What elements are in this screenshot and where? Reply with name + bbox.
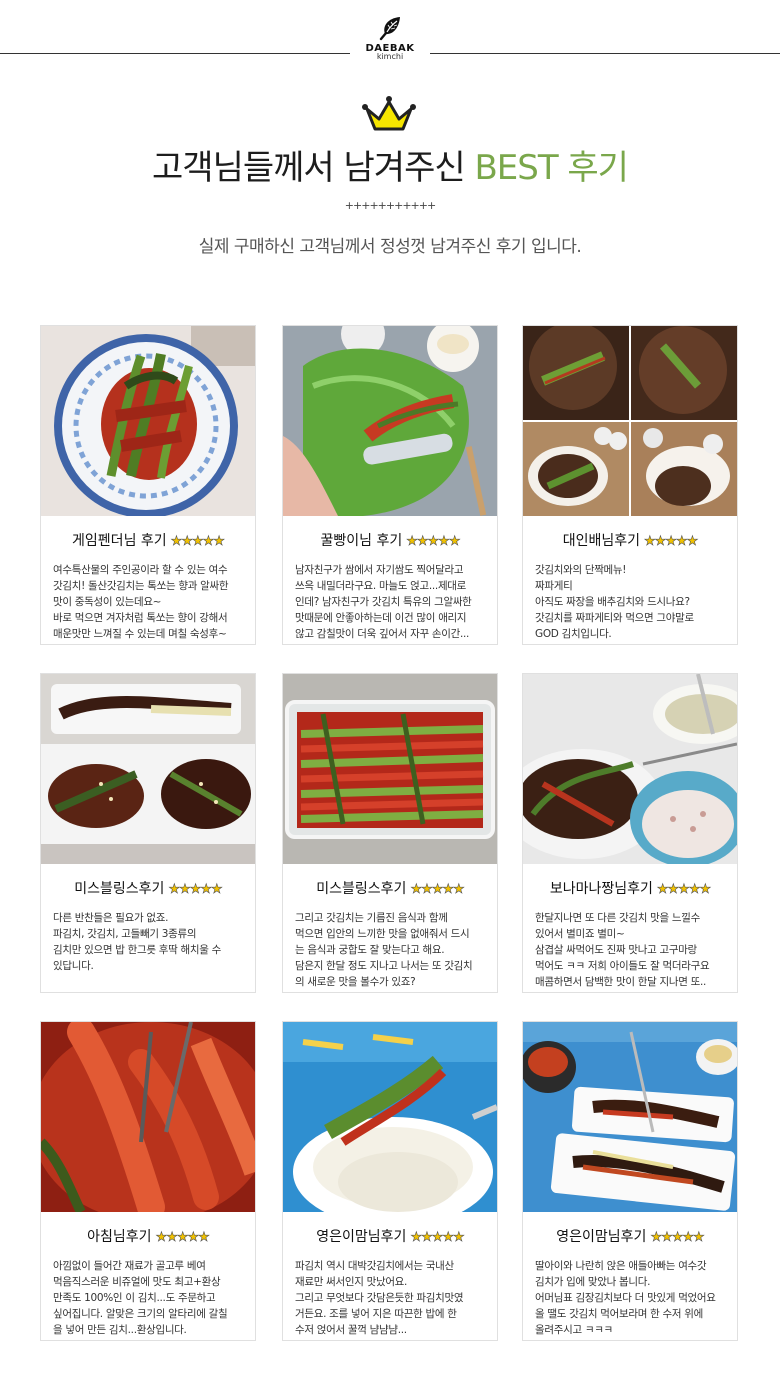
review-text: 한달지나면 또 다른 갓김치 맛을 느낄수 있어서 별미죠 별미~ 삼겹살 싸먹어도… — [535, 912, 710, 988]
review-title: 영은이맘님후기 ★★★★★ — [316, 1229, 465, 1246]
review-photo — [283, 674, 497, 864]
rating-stars: ★★★★★ — [650, 1230, 705, 1246]
review-title: 영은이맘님후기 ★★★★★ — [556, 1229, 705, 1246]
review-title: 보나마나짱님후기 ★★★★★ — [549, 881, 712, 898]
brand-sub: kimchi — [376, 52, 404, 61]
review-text: 남자친구가 쌈에서 자기쌈도 찍어달라고 쓰윽 내밀더라구요. 마늘도 얹고...… — [295, 564, 472, 640]
rating-stars: ★★★★★ — [406, 534, 461, 550]
review-card[interactable]: 대인배님후기 ★★★★★ 갓김치와의 단짝메뉴! 짜파게티 아직도 짜장을 배추김치와… — [522, 325, 738, 645]
review-title: 아침님후기 ★★★★★ — [87, 1229, 210, 1246]
review-title: 미스블링스후기 ★★★★★ — [74, 881, 223, 898]
plus-divider: +++++++++++ — [344, 199, 436, 212]
review-text: 파김치 역시 대박갓김치에서는 국내산 재료만 써서인지 맛났어요. 그리고 무엇보… — [295, 1260, 464, 1336]
review-card[interactable]: 게임펜더님 후기 ★★★★★ 여수특산물의 주인공이라 할 수 있는 여수 갓김치!… — [40, 325, 256, 645]
review-title: 게임펜더님 후기 ★★★★★ — [72, 533, 225, 550]
rating-stars: ★★★★★ — [410, 882, 465, 898]
review-card[interactable]: 미스블링스후기 ★★★★★ 다른 반찬들은 필요가 없죠. 파김치, 갓김치, 고들… — [40, 673, 256, 993]
page-subtitle: 실제 구매하신 고객님께서 정성껏 남겨주신 후기 입니다. — [198, 237, 582, 257]
page-title: 고객님들께서 남겨주신 BEST 후기 — [0, 140, 780, 189]
review-text: 다른 반찬들은 필요가 없죠. 파김치, 갓김치, 고들빼기 3종류의 김치만 있으… — [53, 912, 221, 972]
review-photo — [283, 326, 497, 516]
review-card[interactable]: 영은이맘님후기 ★★★★★ 파김치 역시 대박갓김치에서는 국내산 재료만 써서인지… — [282, 1021, 498, 1341]
title-accent: BEST 후기 — [474, 148, 629, 188]
rating-stars: ★★★★★ — [644, 534, 699, 550]
crown-icon — [362, 96, 416, 131]
leaf-icon — [379, 17, 400, 41]
rating-stars: ★★★★★ — [170, 534, 225, 550]
review-text: 갓김치와의 단짝메뉴! 짜파게티 아직도 짜장을 배추김치와 드시나요? 갓김치를 짜… — [535, 564, 694, 640]
review-photo — [523, 1022, 737, 1212]
review-photo — [523, 326, 737, 516]
review-text: 여수특산물의 주인공이라 할 수 있는 여수 갓김치! 돌산갓김치는 톡쏘는 향과… — [53, 564, 229, 640]
review-card[interactable]: 영은이맘님후기 ★★★★★ 딸아이와 나란히 앉은 애들아빠는 여수갓 김치가 입에… — [522, 1021, 738, 1341]
review-card[interactable]: 아침님후기 ★★★★★ 아낌없이 들어간 재료가 골고루 베여 먹음직스러운 비쥬얼… — [40, 1021, 256, 1341]
review-photo — [41, 1022, 255, 1212]
review-title: 꿀빵이님 후기 ★★★★★ — [320, 533, 461, 550]
review-photo — [41, 326, 255, 516]
review-text: 아낌없이 들어간 재료가 골고루 베여 먹음직스러운 비쥬얼에 맛도 최고+환상 만… — [53, 1260, 228, 1336]
review-title: 미스블링스후기 ★★★★★ — [316, 881, 465, 898]
rating-stars: ★★★★★ — [656, 882, 712, 898]
rating-stars: ★★★★★ — [168, 882, 223, 898]
review-title: 대인배님후기 ★★★★★ — [562, 533, 699, 550]
rating-stars: ★★★★★ — [155, 1230, 210, 1246]
review-card[interactable]: 미스블링스후기 ★★★★★ 그리고 갓김치는 기름진 음식과 함께 먹으면 입안의 … — [282, 673, 498, 993]
review-photo — [41, 674, 255, 864]
brand-logo[interactable]: DAEBAK kimchi — [350, 14, 430, 61]
rating-stars: ★★★★★ — [410, 1230, 465, 1246]
review-text: 그리고 갓김치는 기름진 음식과 함께 먹으면 입안의 느끼한 맛을 없애줘서 드… — [295, 912, 473, 988]
review-card[interactable]: 보나마나짱님후기 ★★★★★ 한달지나면 또 다른 갓김치 맛을 느낄수 있어서 별… — [522, 673, 738, 993]
title-main: 고객님들께서 남겨주신 — [152, 148, 475, 188]
review-photo — [523, 674, 737, 864]
review-photo — [283, 1022, 497, 1212]
review-card[interactable]: 꿀빵이님 후기 ★★★★★ 남자친구가 쌈에서 자기쌈도 찍어달라고 쓰윽 내밀더라… — [282, 325, 498, 645]
review-text: 딸아이와 나란히 앉은 애들아빠는 여수갓 김치가 입에 맞았나 봅니다. 어머님표… — [535, 1260, 716, 1336]
